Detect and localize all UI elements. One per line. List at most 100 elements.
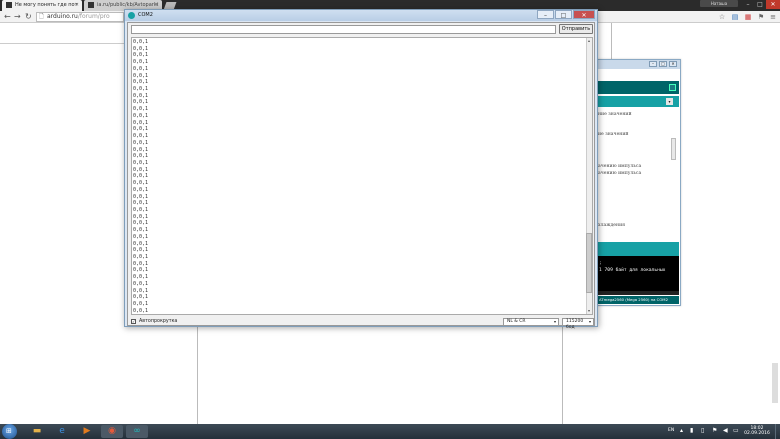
output-line: 0,0,1 — [133, 146, 149, 153]
divider — [611, 23, 612, 59]
taskbar-app[interactable]: ∞ — [126, 425, 148, 438]
network-icon[interactable]: ▮ — [690, 428, 693, 434]
output-line: 0,0,1 — [133, 119, 149, 126]
bookmark-star-icon[interactable]: ☆ — [718, 13, 726, 21]
window-title: COM2 — [138, 12, 153, 18]
scroll-up-icon[interactable]: ▴ — [586, 38, 592, 44]
taskbar-app[interactable]: e — [51, 425, 73, 438]
output-line: 0,0,1 — [133, 92, 149, 99]
output-line: 0,0,1 — [133, 206, 149, 213]
maximize-icon[interactable]: □ — [659, 61, 667, 67]
console-line: ; — [599, 261, 602, 266]
divider — [562, 323, 563, 424]
serial-output[interactable]: 0,0,1 0,0,1 0,0,1 0,0,1 0,0,1 0,0,1 0,0,1 0,0,1… — [131, 37, 593, 315]
output-line: 0,0,1 — [133, 173, 149, 180]
taskbar-app[interactable]: ▶ — [76, 425, 98, 438]
chrome-icon: ◉ — [108, 426, 116, 436]
output-line: 0,0,1 — [133, 301, 149, 308]
arduino-ide-window: – □ ✕ ▾ ние значений ие значений ачению … — [589, 59, 681, 306]
minimize-icon[interactable]: – — [742, 0, 754, 9]
tab-label: ia.ru/public/kb/Avtoparki — [97, 2, 159, 8]
divider — [197, 323, 198, 424]
line-ending-value: NL & CR — [507, 319, 526, 324]
output-line: 0,0,1 — [133, 180, 149, 187]
internet-explorer-icon: e — [59, 426, 65, 436]
forward-arrow-icon[interactable]: → — [14, 12, 21, 22]
scroll-down-icon[interactable]: ▾ — [586, 308, 592, 314]
serial-titlebar: COM2 – □ ✕ — [125, 10, 597, 21]
serial-window-controls: – □ ✕ — [536, 10, 595, 19]
reload-icon[interactable]: ↻ — [25, 12, 32, 22]
ide-scrollbar[interactable] — [671, 138, 676, 160]
taskbar-app[interactable]: ◉ — [101, 425, 123, 438]
scroll-thumb[interactable] — [586, 233, 592, 293]
user-profile-badge[interactable]: Наташа — [700, 0, 738, 7]
serial-monitor-icon[interactable] — [669, 84, 676, 91]
output-line: 0,0,1 — [133, 307, 149, 314]
menu-icon[interactable]: ≡ — [769, 13, 777, 21]
baud-rate-select[interactable]: 115200 бод ▾ — [562, 318, 594, 330]
minimize-icon[interactable]: – — [649, 61, 657, 67]
output-line: 0,0,1 — [133, 39, 149, 45]
send-input[interactable] — [131, 25, 556, 34]
output-line: 0,0,1 — [133, 274, 149, 281]
ide-code-editor[interactable]: ние значений ие значений ачению импульса… — [598, 112, 670, 229]
browser-window-controls: – □ ✕ — [742, 0, 780, 9]
code-line: хлаждения — [598, 222, 626, 228]
maximize-icon[interactable]: □ — [754, 0, 766, 9]
back-arrow-icon[interactable]: ← — [4, 12, 11, 22]
tab-menu-icon[interactable]: ▾ — [666, 98, 673, 105]
network-icon[interactable]: ▯ — [701, 428, 704, 434]
autoscroll-checkbox[interactable]: ✓ — [131, 319, 136, 324]
network-icon[interactable]: ▭ — [733, 428, 739, 434]
serial-bottom-bar: ✓ Автопрокрутка NL & CR ▾ 115200 бод ▾ — [128, 317, 594, 330]
file-explorer-icon: ▬ — [32, 426, 42, 436]
output-scrollbar[interactable]: ▴ ▾ — [586, 38, 592, 314]
page-info-icon: 🗋 — [39, 13, 44, 20]
clock[interactable]: 18:02 02.09.2016 — [744, 426, 770, 436]
serial-client-area: Отправить 0,0,1 0,0,1 0,0,1 0,0,1 0,0,1 0,0,1… — [127, 22, 595, 330]
flag-icon[interactable]: ⚑ — [757, 13, 765, 21]
send-button[interactable]: Отправить — [559, 24, 593, 34]
output-line: 0,0,1 — [133, 166, 149, 173]
output-line: 0,0,1 — [133, 213, 149, 220]
taskbar: ⊞ ▬ e ▶ ◉ ∞ EN ▴ ▮ ▯ ⚑ ◀ ▭ 18:02 02.09.2… — [0, 424, 780, 439]
close-window-icon[interactable]: ✕ — [766, 0, 780, 9]
ide-toolbar — [591, 81, 679, 94]
start-button[interactable]: ⊞ — [2, 424, 17, 439]
output-line: 0,0,1 — [133, 240, 149, 247]
show-desktop-button[interactable] — [775, 424, 780, 439]
line-ending-select[interactable]: NL & CR ▾ — [503, 318, 559, 326]
windows-logo-icon: ⊞ — [6, 427, 12, 435]
output-line: 0,0,1 — [133, 280, 149, 287]
show-hidden-icons-icon[interactable]: ▴ — [680, 428, 683, 434]
divider — [0, 43, 125, 44]
output-line: 0,0,1 — [133, 159, 149, 166]
ide-titlebar: – □ ✕ — [590, 60, 680, 69]
output-line: 0,0,1 — [133, 267, 149, 274]
taskbar-app[interactable]: ▬ — [26, 425, 48, 438]
ide-console: ; 1 709 байт для локальных — [591, 256, 679, 291]
arduino-icon — [128, 12, 135, 19]
address-path: /forum/pro — [77, 13, 110, 20]
close-icon[interactable]: ✕ — [573, 10, 595, 19]
language-indicator[interactable]: EN — [668, 428, 674, 433]
minimize-icon[interactable]: – — [537, 10, 554, 19]
page-favicon-icon — [88, 1, 94, 8]
output-line: 0,0,1 — [133, 126, 149, 133]
close-icon[interactable]: ✕ — [669, 61, 677, 67]
output-lines: 0,0,1 0,0,1 0,0,1 0,0,1 0,0,1 0,0,1 0,0,1 0,0,1… — [133, 39, 148, 314]
ide-message-bar — [591, 242, 679, 256]
console-hscrollbar[interactable] — [591, 291, 679, 295]
extension-icon[interactable]: ▤ — [731, 13, 739, 21]
extension-red-icon[interactable]: ▦ — [744, 13, 752, 21]
address-bar[interactable]: 🗋 arduino.ru/forum/pro — [36, 12, 124, 22]
flag-icon[interactable]: ⚑ — [712, 428, 717, 434]
tab-arduino-forum[interactable]: Не могу понять где пот ✕ — [2, 0, 82, 11]
close-icon[interactable]: ✕ — [75, 0, 79, 11]
arduino-icon: ∞ — [133, 426, 141, 436]
volume-icon[interactable]: ◀ — [723, 428, 728, 434]
maximize-icon[interactable]: □ — [555, 10, 572, 19]
chevron-down-icon: ▾ — [553, 319, 556, 324]
page-scrollbar[interactable] — [772, 363, 778, 403]
